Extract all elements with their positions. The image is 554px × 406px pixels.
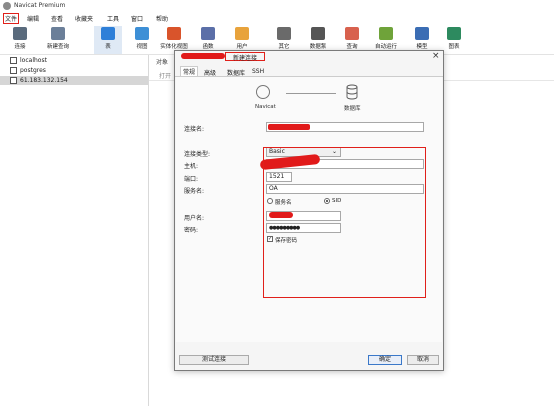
- query-icon: [51, 27, 65, 40]
- title-bar: Navicat Premium: [0, 0, 554, 12]
- automation-icon: [379, 27, 393, 40]
- tab-database[interactable]: 数据库: [225, 68, 247, 77]
- toolbar-chart-button[interactable]: 图表: [440, 26, 468, 54]
- toolbar-label: 模型: [416, 44, 428, 50]
- tab-ssh[interactable]: SSH: [250, 68, 266, 75]
- view-icon: [135, 27, 149, 40]
- materialized-view-icon: [167, 27, 181, 40]
- tree-item-label: 61.183.132.154: [20, 77, 68, 84]
- table-icon: [101, 27, 115, 40]
- connection-tree: localhost postgres 61.183.132.154: [0, 55, 149, 406]
- toolbar-label: 表: [105, 44, 111, 50]
- connection-icon: [10, 77, 17, 84]
- tree-item-remote-server[interactable]: 61.183.132.154: [0, 76, 148, 85]
- dialog-tabs: 常规 高级 数据库 SSH: [175, 66, 443, 77]
- menu-view[interactable]: 查看: [51, 14, 63, 23]
- dialog-body: Navicat 数据库 连接名: 连接类型: Basic ⌄ 主机: 端口: 1…: [176, 77, 442, 342]
- connection-icon: [10, 67, 17, 74]
- connection-line: [286, 93, 336, 94]
- query-grid-icon: [345, 27, 359, 40]
- password-label: 密码:: [184, 227, 199, 234]
- service-name-label: 服务名:: [184, 188, 205, 195]
- tree-item-localhost[interactable]: localhost: [8, 56, 146, 65]
- toolbar-label: 用户: [236, 44, 248, 50]
- menu-tools[interactable]: 工具: [107, 14, 119, 23]
- model-icon: [415, 27, 429, 40]
- menu-file[interactable]: 文件: [3, 13, 20, 24]
- navicat-app-icon: [3, 2, 11, 10]
- dialog-title-bar: 新建连接: [181, 52, 265, 62]
- menu-help[interactable]: 帮助: [156, 14, 168, 23]
- username-label: 用户名:: [184, 215, 205, 222]
- plug-icon: [13, 27, 27, 40]
- tree-item-label: localhost: [20, 57, 47, 64]
- tab-advanced[interactable]: 高级: [202, 68, 218, 77]
- function-icon: [201, 27, 215, 40]
- toolbar-label: 函数: [202, 44, 214, 50]
- host-label: 主机:: [184, 163, 199, 170]
- data-pump-icon: [311, 27, 325, 40]
- close-icon[interactable]: ×: [432, 51, 440, 61]
- open-button[interactable]: 打开: [159, 71, 171, 80]
- toolbar-query-button[interactable]: 新建查询: [44, 26, 72, 54]
- tree-item-postgres[interactable]: postgres: [8, 66, 146, 75]
- port-label: 端口:: [184, 176, 199, 183]
- menu-favorites[interactable]: 收藏夹: [75, 14, 93, 23]
- toolbar-label: 图表: [448, 44, 460, 50]
- other-icon: [277, 27, 291, 40]
- toolbar-label: 其它: [278, 44, 290, 50]
- window-title: Navicat Premium: [14, 2, 66, 9]
- toolbar-label: 视图: [136, 44, 148, 50]
- navicat-logo-icon: [256, 85, 270, 99]
- tab-general[interactable]: 常规: [180, 66, 199, 76]
- toolbar-label: 数据泵: [309, 44, 327, 50]
- user-icon: [235, 27, 249, 40]
- conn-name-label: 连接名:: [184, 126, 205, 133]
- conn-type-label: 连接类型:: [184, 151, 211, 158]
- form-highlight-box: [263, 147, 426, 298]
- toolbar-table-button[interactable]: 表: [94, 26, 122, 54]
- test-connection-button[interactable]: 测试连接: [179, 355, 249, 365]
- toolbar-label: 连接: [14, 44, 26, 50]
- ok-button[interactable]: 确定: [368, 355, 402, 365]
- menu-bar: 文件 编辑 查看 收藏夹 工具 窗口 帮助: [0, 13, 554, 24]
- toolbar-plug-button[interactable]: 连接: [6, 26, 34, 54]
- cancel-button[interactable]: 取消: [407, 355, 439, 365]
- connection-icon: [10, 57, 17, 64]
- database-label: 数据库: [344, 106, 361, 112]
- menu-window[interactable]: 窗口: [131, 14, 143, 23]
- dialog-title: 新建连接: [233, 55, 258, 62]
- database-icon: [346, 84, 358, 100]
- redaction-mark: [181, 53, 225, 59]
- toolbar-view-button[interactable]: 视图: [128, 26, 156, 54]
- chart-icon: [447, 27, 461, 40]
- toolbar-label: 自动运行: [374, 44, 397, 50]
- new-connection-dialog: 新建连接 × 常规 高级 数据库 SSH Navicat 数据库 连接名: 连接…: [174, 50, 444, 371]
- navicat-label: Navicat: [255, 104, 276, 110]
- toolbar-label: 新建查询: [46, 44, 69, 50]
- toolbar-label: 查询: [346, 44, 358, 50]
- menu-edit[interactable]: 编辑: [27, 14, 39, 23]
- redaction-mark: [268, 124, 310, 130]
- tree-item-label: postgres: [20, 67, 46, 74]
- toolbar-label: 实体化视图: [160, 44, 188, 50]
